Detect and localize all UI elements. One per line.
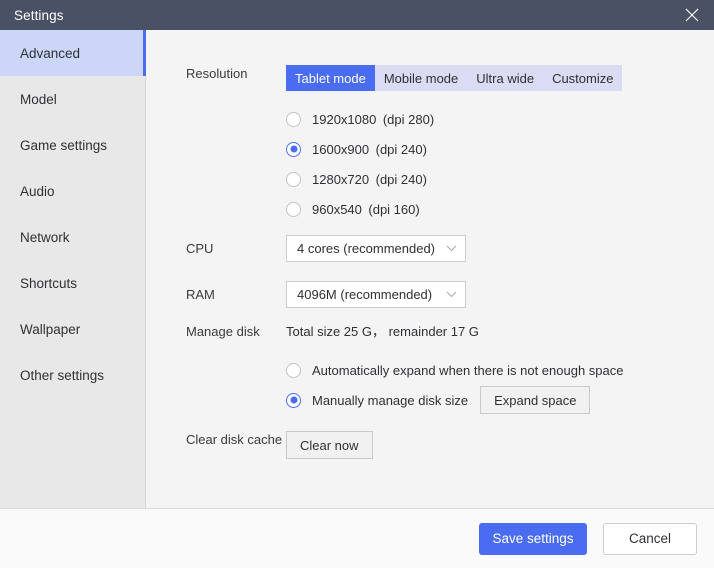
sidebar-item-audio[interactable]: Audio (0, 168, 145, 214)
cpu-select[interactable]: 4 cores (recommended) (286, 235, 466, 262)
disk-option-label: Automatically expand when there is not e… (312, 363, 623, 378)
sidebar: Advanced Model Game settings Audio Netwo… (0, 30, 146, 508)
segment-label: Customize (552, 71, 613, 86)
disk-option-auto-expand[interactable]: Automatically expand when there is not e… (286, 355, 623, 385)
sidebar-item-other-settings[interactable]: Other settings (0, 352, 145, 398)
resolution-option-1600x900[interactable]: 1600x900 (dpi 240) (286, 134, 622, 164)
chevron-down-icon (446, 291, 457, 298)
cancel-button[interactable]: Cancel (603, 523, 697, 555)
cpu-select-value: 4 cores (recommended) (297, 241, 435, 256)
sidebar-item-network[interactable]: Network (0, 214, 145, 260)
ram-select-value: 4096M (recommended) (297, 287, 432, 302)
sidebar-item-shortcuts[interactable]: Shortcuts (0, 260, 145, 306)
sidebar-item-model[interactable]: Model (0, 76, 145, 122)
titlebar: Settings (0, 0, 714, 30)
sidebar-item-label: Game settings (20, 138, 107, 153)
settings-panel: Resolution Tablet mode Mobile mode Ultra… (146, 30, 714, 508)
radio-icon (286, 142, 301, 157)
radio-icon (286, 393, 301, 408)
window-title: Settings (0, 8, 64, 23)
radio-icon (286, 112, 301, 127)
sidebar-item-label: Other settings (20, 368, 104, 383)
manage-disk-row: Manage disk Total size 25 G， remainder 1… (186, 323, 623, 415)
sidebar-item-label: Wallpaper (20, 322, 80, 337)
cpu-label: CPU (186, 240, 286, 258)
save-settings-button[interactable]: Save settings (479, 523, 587, 555)
clear-cache-row: Clear disk cache Clear now (186, 431, 373, 459)
segment-mobile-mode[interactable]: Mobile mode (375, 65, 467, 91)
expand-space-button[interactable]: Expand space (480, 386, 590, 414)
clear-now-button[interactable]: Clear now (286, 431, 373, 459)
ram-row: RAM 4096M (recommended) (186, 281, 466, 308)
cpu-content: 4 cores (recommended) (286, 235, 466, 262)
manage-disk-content: Total size 25 G， remainder 17 G Automati… (286, 323, 623, 415)
segment-ultra-wide[interactable]: Ultra wide (467, 65, 543, 91)
disk-total-text: Total size 25 G， remainder 17 G (286, 323, 623, 341)
ram-content: 4096M (recommended) (286, 281, 466, 308)
sidebar-item-wallpaper[interactable]: Wallpaper (0, 306, 145, 352)
close-button[interactable] (670, 0, 714, 30)
sidebar-item-advanced[interactable]: Advanced (0, 30, 145, 76)
ram-select[interactable]: 4096M (recommended) (286, 281, 466, 308)
resolution-mode-segmented-control: Tablet mode Mobile mode Ultra wide Custo… (286, 65, 622, 91)
sidebar-item-label: Shortcuts (20, 276, 77, 291)
segment-customize[interactable]: Customize (543, 65, 622, 91)
resolution-option-label: 1600x900 (dpi 240) (312, 142, 427, 157)
disk-option-label: Manually manage disk size (312, 393, 468, 408)
dialog-body: Advanced Model Game settings Audio Netwo… (0, 30, 714, 509)
cpu-row: CPU 4 cores (recommended) (186, 235, 466, 262)
segment-label: Tablet mode (295, 71, 366, 86)
radio-icon (286, 172, 301, 187)
disk-option-list: Automatically expand when there is not e… (286, 355, 623, 415)
sidebar-item-label: Model (20, 92, 57, 107)
radio-icon (286, 202, 301, 217)
resolution-label: Resolution (186, 65, 286, 224)
resolution-option-1920x1080[interactable]: 1920x1080 (dpi 280) (286, 104, 622, 134)
resolution-option-label: 960x540 (dpi 160) (312, 202, 420, 217)
close-icon (685, 8, 699, 22)
resolution-option-960x540[interactable]: 960x540 (dpi 160) (286, 194, 622, 224)
resolution-option-label: 1920x1080 (dpi 280) (312, 112, 434, 127)
sidebar-item-label: Audio (20, 184, 55, 199)
resolution-row: Resolution Tablet mode Mobile mode Ultra… (186, 65, 622, 224)
clear-cache-content: Clear now (286, 431, 373, 459)
resolution-option-list: 1920x1080 (dpi 280) 1600x900 (dpi 240) 1… (286, 104, 622, 224)
sidebar-item-label: Network (20, 230, 70, 245)
resolution-option-label: 1280x720 (dpi 240) (312, 172, 427, 187)
segment-tablet-mode[interactable]: Tablet mode (286, 65, 375, 91)
sidebar-item-label: Advanced (20, 46, 80, 61)
radio-icon (286, 363, 301, 378)
resolution-option-1280x720[interactable]: 1280x720 (dpi 240) (286, 164, 622, 194)
segment-label: Mobile mode (384, 71, 458, 86)
sidebar-item-game-settings[interactable]: Game settings (0, 122, 145, 168)
chevron-down-icon (446, 245, 457, 252)
manage-disk-label: Manage disk (186, 323, 286, 415)
disk-option-manual[interactable]: Manually manage disk size Expand space (286, 385, 623, 415)
segment-label: Ultra wide (476, 71, 534, 86)
clear-cache-label: Clear disk cache (186, 431, 286, 459)
ram-label: RAM (186, 286, 286, 304)
settings-window: Settings Advanced Model Game settings Au… (0, 0, 714, 568)
dialog-footer: Save settings Cancel (0, 509, 714, 568)
resolution-content: Tablet mode Mobile mode Ultra wide Custo… (286, 65, 622, 224)
